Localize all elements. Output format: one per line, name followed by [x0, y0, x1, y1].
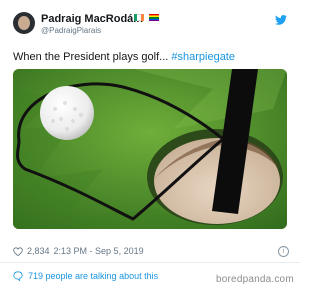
- rainbow-flag-icon: [149, 14, 159, 21]
- twitter-bird-icon[interactable]: [275, 15, 287, 25]
- tweet-meta: 2,834 2:13 PM - Sep 5, 2019: [13, 246, 144, 256]
- comment-bubble-icon: [13, 271, 23, 281]
- divider: [0, 262, 300, 263]
- tweet-text: When the President plays golf... #sharpi…: [13, 51, 235, 63]
- talking-text[interactable]: 719 people are talking about this: [28, 271, 158, 281]
- avatar-face: [18, 16, 30, 30]
- tweet-body: When the President plays golf...: [13, 51, 169, 63]
- golf-photo: [13, 69, 287, 229]
- ireland-flag-icon: [134, 14, 144, 21]
- golf-ball: [40, 86, 94, 140]
- like-count[interactable]: 2,834: [27, 246, 50, 256]
- hashtag-link[interactable]: #sharpiegate: [171, 51, 235, 63]
- talking-link[interactable]: 719 people are talking about this: [13, 271, 158, 281]
- avatar[interactable]: [13, 12, 35, 34]
- tweet-card: Padraig MacRodáin @PadraigPiarais When t…: [0, 0, 300, 288]
- tweet-photo[interactable]: [13, 69, 287, 229]
- info-icon[interactable]: i: [278, 246, 289, 257]
- watermark: boredpanda.com: [216, 274, 294, 285]
- author-name[interactable]: Padraig MacRodáin: [41, 13, 143, 25]
- heart-icon[interactable]: [13, 246, 23, 256]
- author-handle[interactable]: @PadraigPiarais: [41, 26, 101, 35]
- tweet-time[interactable]: 2:13 PM - Sep 5, 2019: [54, 246, 144, 256]
